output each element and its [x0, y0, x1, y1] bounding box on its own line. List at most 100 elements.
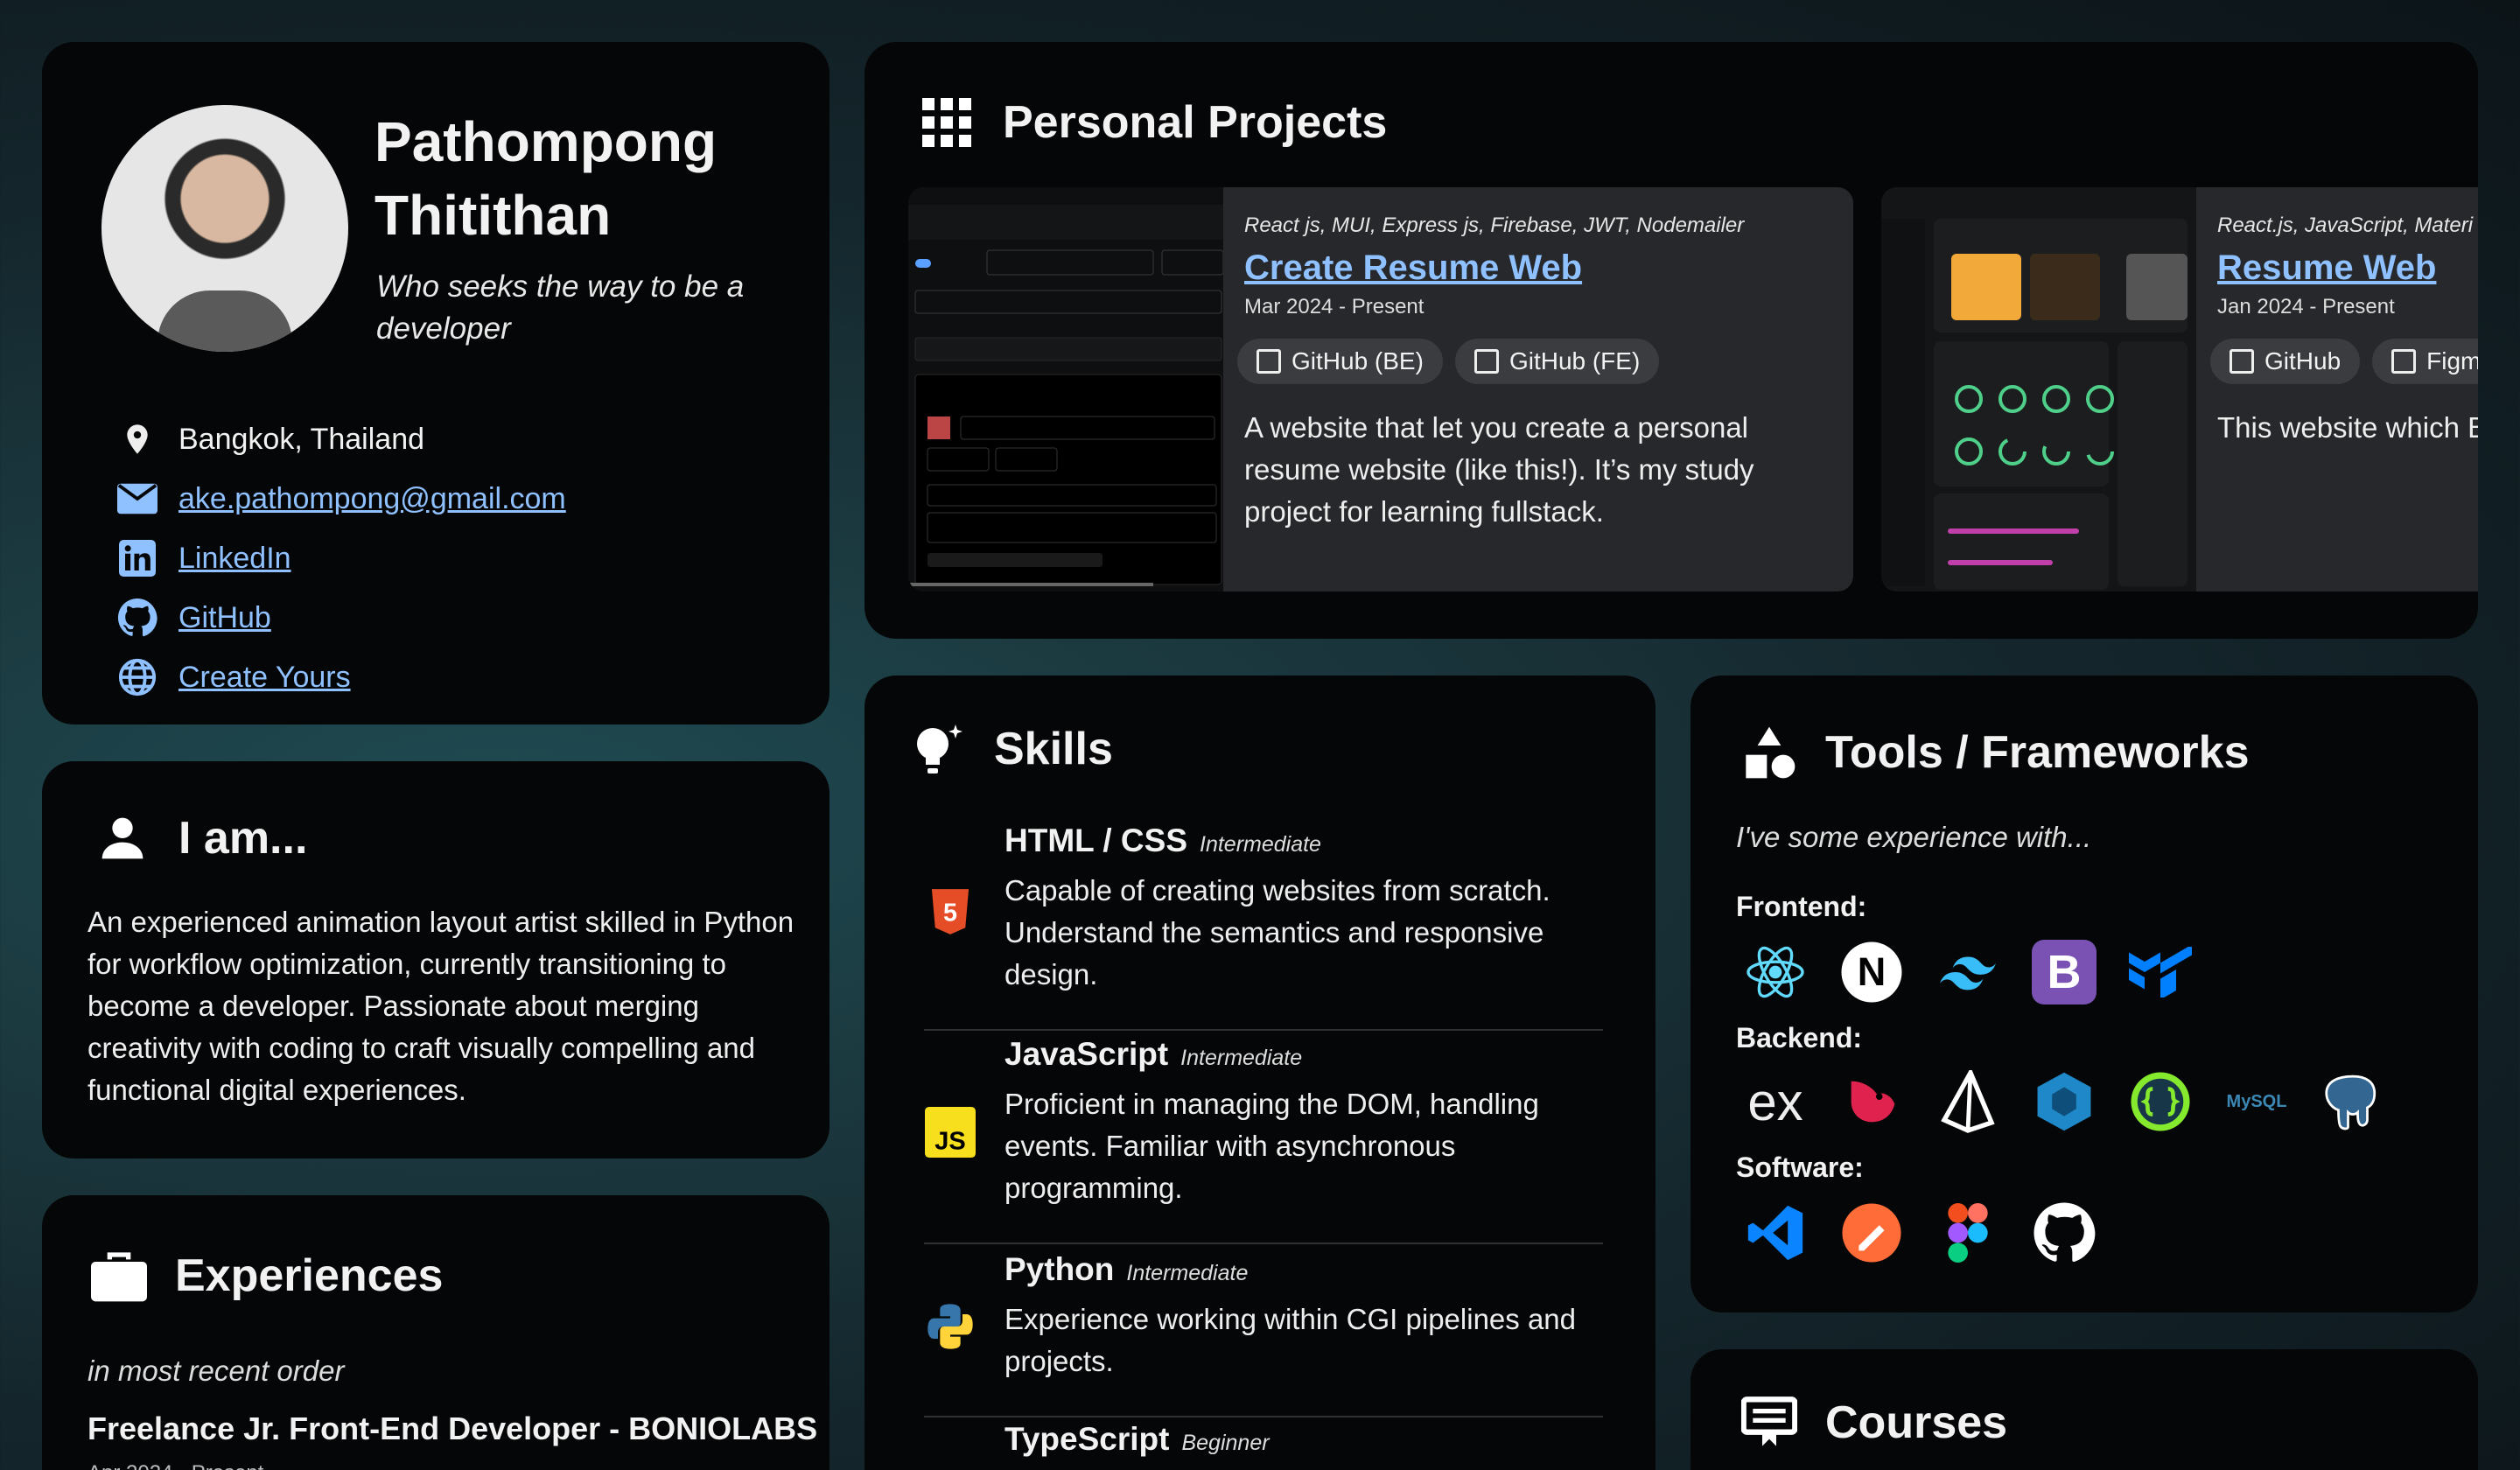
- javascript-icon: JS: [924, 1106, 976, 1158]
- github-link[interactable]: GitHub: [178, 601, 271, 635]
- briefcase-icon: [91, 1248, 147, 1304]
- mail-icon: [116, 477, 159, 521]
- software-icons: [1743, 1200, 2096, 1265]
- figma-icon: [1936, 1200, 2000, 1265]
- backend-label: Backend:: [1736, 1022, 1863, 1054]
- nextjs-glyph: N: [1858, 949, 1886, 994]
- bootstrap-glyph: B: [2047, 946, 2082, 998]
- js-glyph: JS: [934, 1127, 965, 1155]
- contact-linkedin[interactable]: LinkedIn: [116, 528, 566, 588]
- project-card-create-resume[interactable]: React js, MUI, Express js, Firebase, JWT…: [908, 187, 1853, 592]
- project-title-link[interactable]: Resume Web: [2217, 248, 2478, 288]
- skill-name: JavaScript Intermediate: [1004, 1036, 1603, 1073]
- github-be-button[interactable]: GitHub (BE): [1237, 339, 1443, 384]
- tools-card: Tools / Frameworks I've some experience …: [1690, 676, 2478, 1312]
- contact-create[interactable]: Create Yours: [116, 648, 566, 707]
- profile-name: Pathompong Thitithan: [374, 105, 794, 252]
- external-link-icon: [1256, 349, 1281, 374]
- project-card-resume-web[interactable]: React.js, JavaScript, Materi Resume Web …: [1881, 187, 2478, 592]
- experience-date: Apr 2024 - Present: [88, 1461, 263, 1470]
- about-title: I am...: [94, 810, 307, 866]
- project-title-link[interactable]: Create Resume Web: [1244, 248, 1836, 288]
- sequelize-icon: [2032, 1069, 2096, 1134]
- shapes-icon: [1741, 724, 1797, 780]
- frontend-icons: N B: [1743, 940, 2193, 1004]
- skill-description: Proficient in managing the DOM, handling…: [1004, 1088, 1539, 1204]
- github-fe-button[interactable]: GitHub (FE): [1454, 339, 1660, 384]
- experience-role: Freelance Jr. Front-End Developer - BONI…: [88, 1410, 818, 1446]
- skill-name-text: HTML / CSS: [1004, 822, 1187, 858]
- html5-glyph: 5: [943, 900, 957, 928]
- skill-level: Intermediate: [1200, 832, 1321, 857]
- about-text: An experienced animation layout artist s…: [88, 906, 794, 1106]
- projects-title-text: Personal Projects: [1003, 97, 1388, 148]
- avatar: [102, 105, 348, 352]
- prisma-icon: [1936, 1069, 2000, 1134]
- nestjs-icon: [1839, 1069, 1904, 1134]
- express-glyph: ex: [1747, 1072, 1803, 1131]
- skill-level: Intermediate: [1126, 1261, 1249, 1285]
- software-label: Software:: [1736, 1152, 1864, 1183]
- github-button[interactable]: GitHub: [2210, 339, 2361, 384]
- skill-item-typescript: TypeScript Beginner: [924, 1421, 1603, 1470]
- grid-icon: [919, 94, 975, 150]
- skill-name: HTML / CSS Intermediate: [1004, 822, 1603, 859]
- contact-location: Bangkok, Thailand: [116, 410, 566, 469]
- tools-title: Tools / Frameworks: [1741, 724, 2250, 780]
- skill-item-javascript: JS JavaScript Intermediate Proficient in …: [924, 1036, 1603, 1244]
- experiences-title-text: Experiences: [175, 1250, 444, 1301]
- github-icon: [2032, 1200, 2096, 1265]
- mysql-glyph: MySQL: [2226, 1091, 2287, 1111]
- frontend-label: Frontend:: [1736, 891, 1867, 922]
- project-description: A website that let you create a personal…: [1244, 411, 1754, 528]
- figma-button[interactable]: Figm: [2372, 339, 2478, 384]
- vscode-icon: [1743, 1200, 1808, 1265]
- external-link-icon: [1474, 349, 1499, 374]
- contact-list: Bangkok, Thailand ake.pathompong@gmail.c…: [116, 410, 566, 707]
- python-icon: [924, 1300, 976, 1353]
- tailwind-icon: [1936, 940, 2000, 1004]
- skills-title: Skills: [910, 721, 1113, 777]
- linkedin-link[interactable]: LinkedIn: [178, 542, 291, 576]
- project-buttons: GitHub Figm: [2210, 339, 2478, 384]
- project-screenshot: [1881, 187, 2196, 592]
- postgresql-icon: [2320, 1069, 2385, 1134]
- contact-email[interactable]: ake.pathompong@gmail.com: [116, 469, 566, 528]
- courses-title-text: Courses: [1825, 1397, 2008, 1448]
- github-icon: [116, 596, 159, 640]
- linkedin-icon: [116, 536, 159, 580]
- skill-name-text: JavaScript: [1004, 1036, 1169, 1072]
- experiences-subtitle: in most recent order: [88, 1354, 345, 1387]
- email-link[interactable]: ake.pathompong@gmail.com: [178, 482, 566, 516]
- bootstrap-icon: B: [2032, 940, 2096, 1004]
- last-name: Thitithan: [374, 184, 612, 247]
- create-yours-link[interactable]: Create Yours: [178, 661, 351, 695]
- react-icon: [1743, 940, 1808, 1004]
- external-link-icon: [2391, 349, 2417, 374]
- skill-name-text: Python: [1004, 1251, 1115, 1287]
- skill-level: Beginner: [1181, 1431, 1270, 1455]
- external-link-icon: [2230, 349, 2254, 374]
- courses-title: Courses: [1741, 1395, 2007, 1451]
- mysql-icon: MySQL: [2224, 1069, 2289, 1134]
- project-tech: React js, MUI, Express js, Firebase, JWT…: [1244, 214, 1745, 237]
- button-label: GitHub (BE): [1292, 347, 1424, 374]
- project-screenshot: [908, 187, 1224, 592]
- project-tech: React.js, JavaScript, Materi: [2217, 214, 2474, 237]
- project-date: Mar 2024 - Present: [1244, 295, 1424, 318]
- button-label: GitHub (FE): [1508, 347, 1641, 374]
- first-name: Pathompong: [374, 110, 718, 173]
- location-text: Bangkok, Thailand: [178, 422, 425, 456]
- skill-description: Experience working within CGI pipelines …: [1004, 1303, 1577, 1377]
- globe-icon: [116, 655, 159, 699]
- nextjs-icon: N: [1839, 940, 1904, 1004]
- contact-github[interactable]: GitHub: [116, 588, 566, 648]
- project-info: React.js, JavaScript, Materi Resume Web …: [2210, 214, 2478, 449]
- about-title-text: I am...: [178, 813, 308, 864]
- button-label: GitHub: [2264, 347, 2342, 374]
- skill-item-python: Python Intermediate Experience working wi…: [924, 1251, 1603, 1418]
- projects-card: Personal Projects React js, MUI, Express…: [864, 42, 2478, 639]
- backend-icons: ex MySQL: [1743, 1069, 2385, 1134]
- presentation-icon: [1741, 1395, 1797, 1451]
- lightbulb-icon: [910, 721, 966, 777]
